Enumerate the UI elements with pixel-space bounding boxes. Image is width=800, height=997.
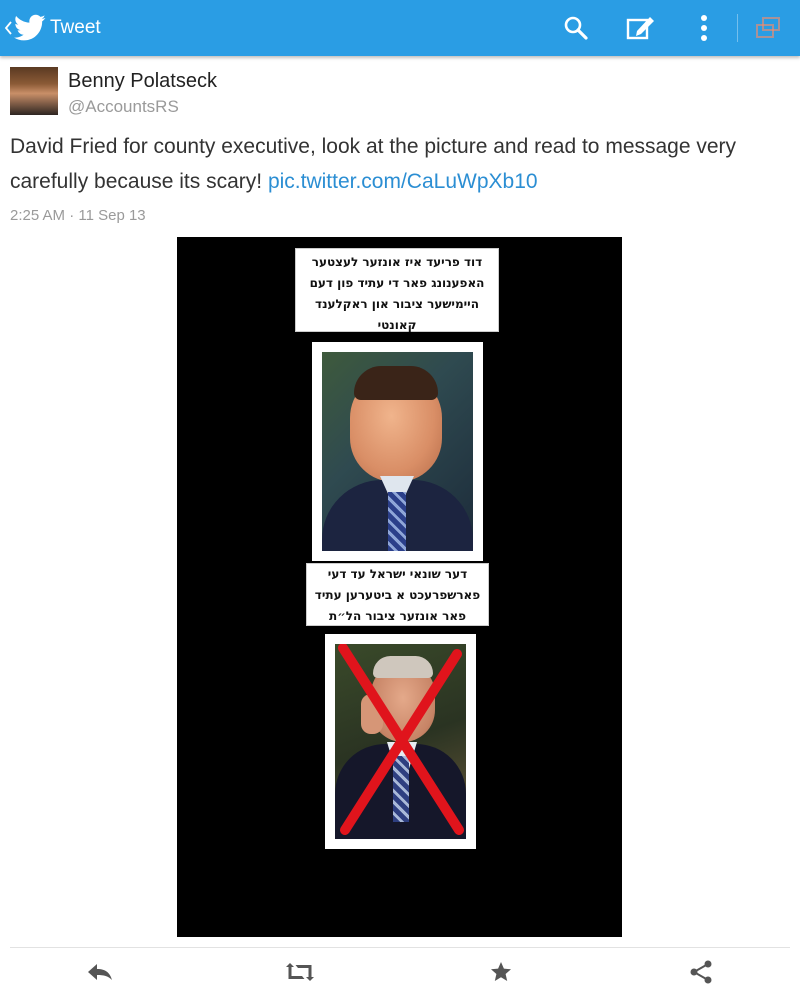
tweet-media-link[interactable]: pic.twitter.com/CaLuWpXb10: [268, 170, 538, 193]
favorite-star-icon[interactable]: [485, 958, 517, 986]
tweet-media-image[interactable]: דוד פריעד איז אונזער לעצטער האפענונג פאר…: [177, 237, 622, 937]
screen-title: Tweet: [50, 17, 101, 38]
caption-line: דוד פריעד איז אונזער לעצטער: [311, 255, 483, 269]
author-name[interactable]: Benny Polatseck: [68, 68, 217, 94]
media-photo-bottom: [325, 634, 476, 849]
author-avatar[interactable]: [10, 67, 58, 115]
author-handle[interactable]: @AccountsRS: [68, 96, 179, 118]
compose-icon[interactable]: [625, 12, 657, 44]
media-photo-top: [312, 342, 483, 561]
caption-line: פארשפרעכט א ביטערען עתיד: [314, 588, 481, 602]
twitter-bird-icon[interactable]: [14, 14, 46, 42]
red-cross-mark: [338, 644, 464, 835]
reply-icon[interactable]: [84, 958, 116, 986]
retweet-icon[interactable]: [284, 958, 316, 986]
action-bar: Tweet: [0, 0, 800, 56]
toolbar-separator: [737, 14, 738, 42]
media-caption-top: דוד פריעד איז אונזער לעצטער האפענונג פאר…: [295, 248, 499, 332]
search-icon[interactable]: [560, 12, 592, 44]
caption-line: היימישער ציבור און ראקלענד: [315, 297, 479, 311]
actions-divider: [10, 947, 790, 948]
caption-line: פאר אונזער ציבור הל״ת: [329, 609, 466, 623]
caption-line: האפענונג פאר די עתיד פון דעם: [309, 276, 485, 290]
recent-apps-icon[interactable]: [752, 12, 784, 44]
tweet-timestamp: 2:25 AM · 11 Sep 13: [10, 207, 146, 224]
overflow-menu-icon[interactable]: [688, 12, 720, 44]
caption-line: קאונטי: [377, 318, 417, 332]
tweet-text: David Fried for county executive, look a…: [10, 129, 780, 199]
caption-line: דער שונאי ישראל עד דעי: [327, 567, 468, 581]
share-icon[interactable]: [685, 958, 717, 986]
media-caption-middle: דער שונאי ישראל עד דעי פארשפרעכט א ביטער…: [306, 563, 489, 626]
